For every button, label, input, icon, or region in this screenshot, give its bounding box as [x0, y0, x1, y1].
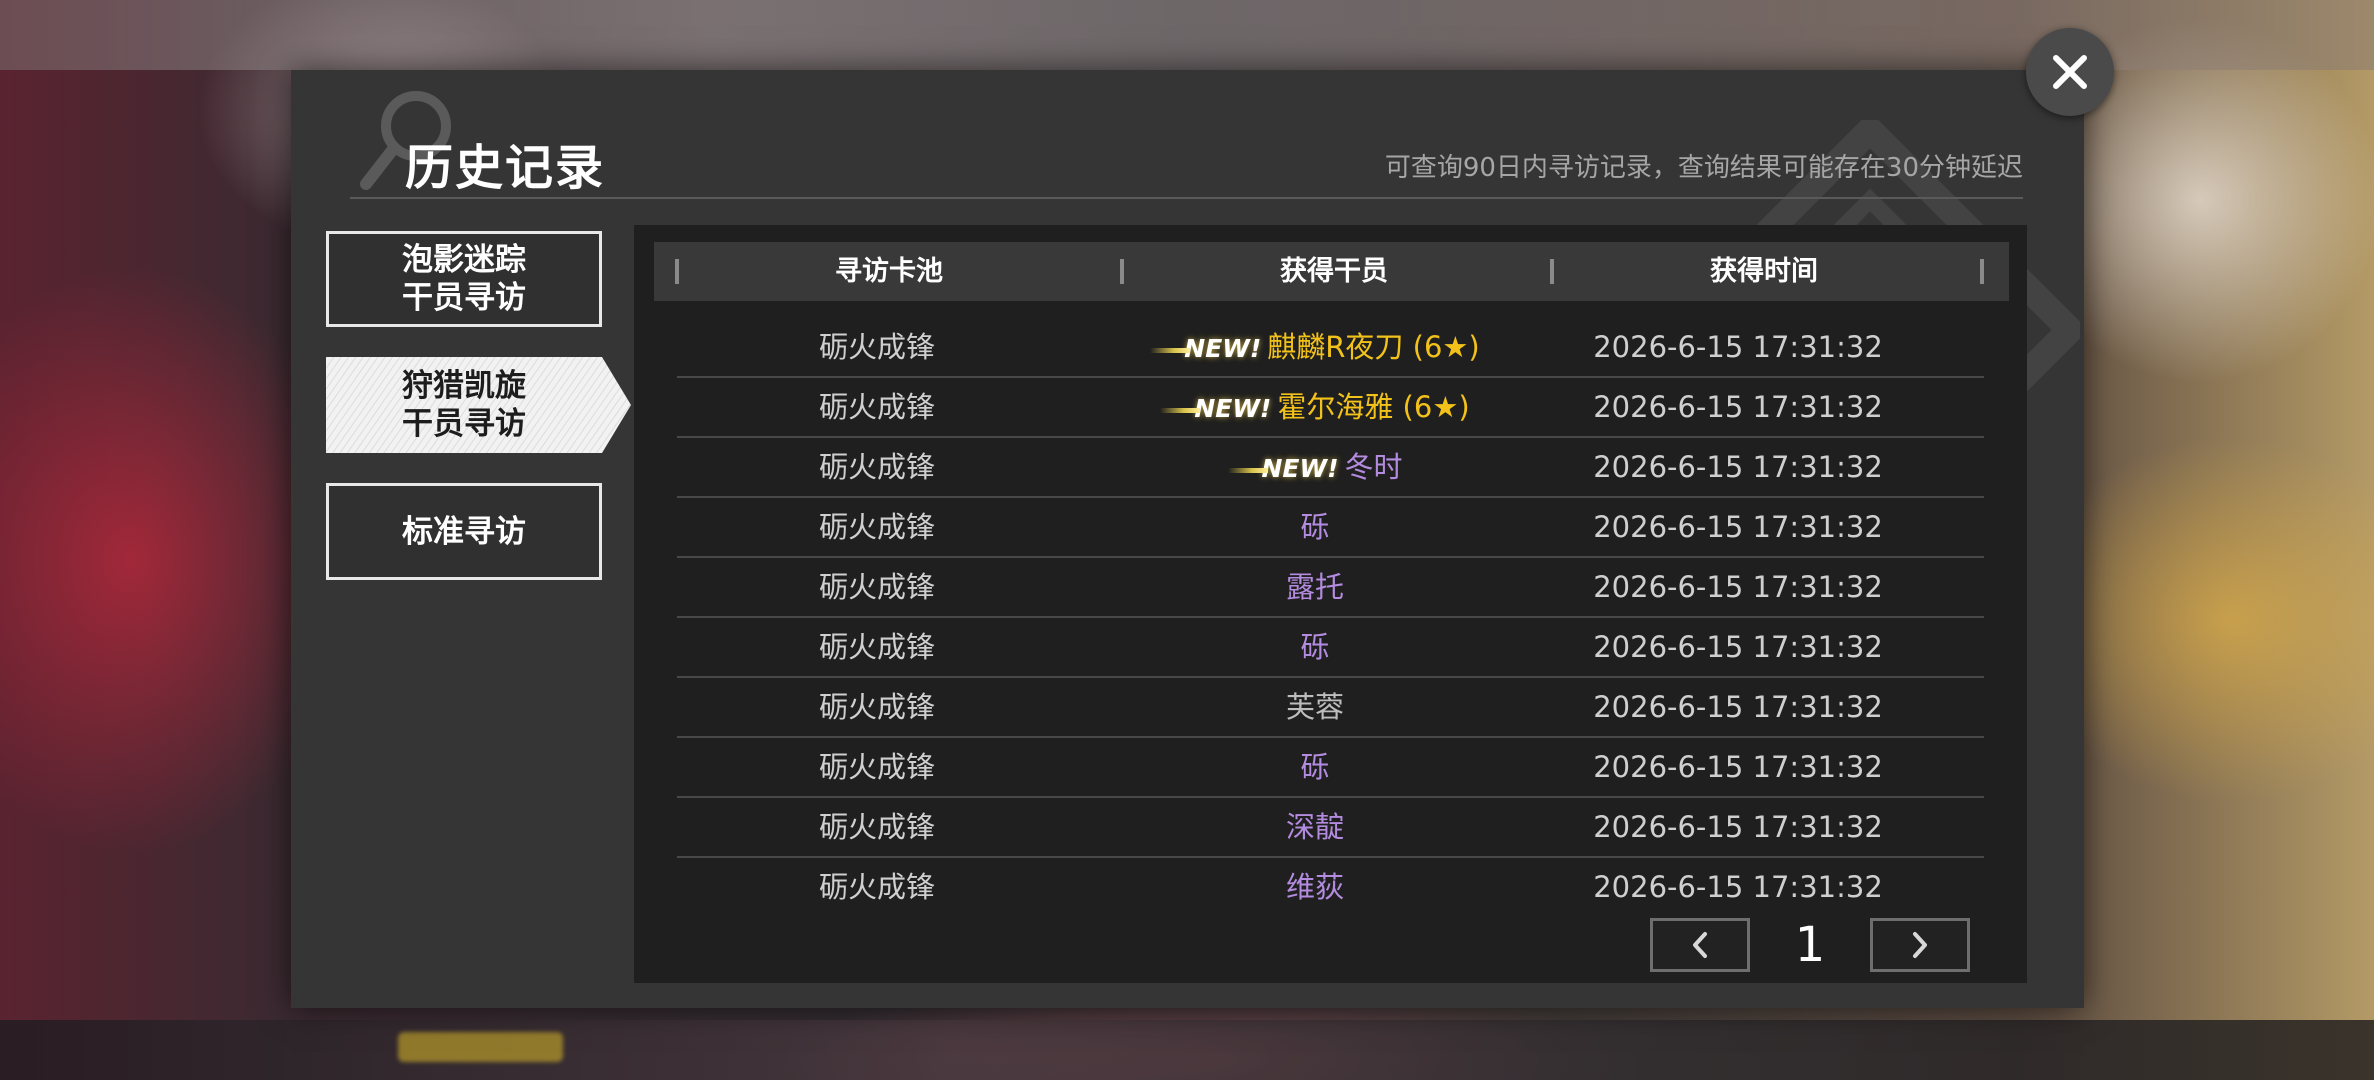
operator-name: 霍尔海雅 (6★): [1277, 390, 1470, 424]
new-badge: NEW!: [1227, 440, 1338, 498]
operator-name: 芙蓉: [1285, 690, 1344, 724]
pool-name: 砺火成锋: [818, 450, 935, 484]
operator-cell: NEW! 冬时: [1100, 438, 1530, 496]
pool-name: 砺火成锋: [818, 390, 935, 424]
operator-name: 露托: [1285, 570, 1344, 604]
title-divider: [350, 197, 2023, 199]
table-row: 砺火成锋 砾 2026-6-15 17:31:32: [677, 738, 1984, 798]
operator-name: 维荻: [1285, 870, 1344, 904]
header-separator: [1980, 259, 1984, 284]
query-notice: 可查询90日内寻访记录，查询结果可能存在30分钟延迟: [1384, 153, 2023, 183]
header-pool: 寻访卡池: [835, 256, 943, 287]
obtained-time: 2026-6-15 17:31:32: [1593, 750, 1883, 784]
obtained-time: 2026-6-15 17:31:32: [1593, 630, 1883, 664]
operator-cell: NEW! 霍尔海雅 (6★): [1100, 378, 1530, 436]
close-icon: [2053, 55, 2087, 89]
background-top-strip: [0, 0, 2374, 70]
new-badge: NEW!: [1160, 380, 1271, 438]
pool-name: 砺火成锋: [818, 810, 935, 844]
table-row: 砺火成锋 砾 2026-6-15 17:31:32: [677, 498, 1984, 558]
prev-page-button[interactable]: [1650, 918, 1750, 972]
pool-name: 砺火成锋: [818, 330, 935, 364]
tab-label: 标准寻访: [402, 513, 526, 550]
obtained-time: 2026-6-15 17:31:32: [1593, 510, 1883, 544]
background-bottom-bar: [0, 1020, 2374, 1080]
header-operator: 获得干员: [1280, 256, 1388, 287]
tab-standard[interactable]: 标准寻访: [326, 483, 602, 580]
pool-name: 砺火成锋: [818, 630, 935, 664]
table-row: 砺火成锋 NEW! 麒麟R夜刀 (6★) 2026-6-15 17:31:32: [677, 318, 1984, 378]
obtained-time: 2026-6-15 17:31:32: [1593, 330, 1883, 364]
operator-name: 砾: [1300, 510, 1330, 544]
operator-cell: 砾: [1100, 498, 1530, 556]
operator-cell: NEW! 麒麟R夜刀 (6★): [1100, 318, 1530, 376]
tab-label: 狩猎凯旋 干员寻访: [402, 368, 526, 442]
table-row: 砺火成锋 砾 2026-6-15 17:31:32: [677, 618, 1984, 678]
obtained-time: 2026-6-15 17:31:32: [1593, 690, 1883, 724]
page-title: 历史记录: [405, 140, 606, 196]
obtained-time: 2026-6-15 17:31:32: [1593, 810, 1883, 844]
pool-name: 砺火成锋: [818, 570, 935, 604]
operator-cell: 砾: [1100, 618, 1530, 676]
table-row: 砺火成锋 NEW! 霍尔海雅 (6★) 2026-6-15 17:31:32: [677, 378, 1984, 438]
operator-cell: 芙蓉: [1100, 678, 1530, 736]
operator-cell: 露托: [1100, 558, 1530, 616]
table-row: 砺火成锋 深靛 2026-6-15 17:31:32: [677, 798, 1984, 858]
table-row: 砺火成锋 露托 2026-6-15 17:31:32: [677, 558, 1984, 618]
next-page-button[interactable]: [1870, 918, 1970, 972]
obtained-time: 2026-6-15 17:31:32: [1593, 390, 1883, 424]
obtained-time: 2026-6-15 17:31:32: [1593, 570, 1883, 604]
obtained-time: 2026-6-15 17:31:32: [1593, 870, 1883, 904]
pool-name: 砺火成锋: [818, 690, 935, 724]
table-header: 寻访卡池 获得干员 获得时间: [654, 242, 2009, 301]
table-row: 砺火成锋 NEW! 冬时 2026-6-15 17:31:32: [677, 438, 1984, 498]
operator-cell: 深靛: [1100, 798, 1530, 856]
operator-name: 麒麟R夜刀 (6★): [1267, 330, 1480, 364]
chevron-left-icon: [1693, 932, 1707, 958]
table-row: 砺火成锋 芙蓉 2026-6-15 17:31:32: [677, 678, 1984, 738]
tab-phantom-trace[interactable]: 泡影迷踪 干员寻访: [326, 231, 602, 327]
operator-name: 深靛: [1285, 810, 1344, 844]
obtained-time: 2026-6-15 17:31:32: [1593, 450, 1883, 484]
operator-cell: 维荻: [1100, 858, 1530, 916]
table-row: 砺火成锋 维荻 2026-6-15 17:31:32: [677, 858, 1984, 918]
operator-name: 砾: [1300, 750, 1330, 784]
pool-name: 砺火成锋: [818, 750, 935, 784]
page-number: 1: [1794, 917, 1826, 973]
chevron-right-icon: [1913, 932, 1927, 958]
operator-name: 砾: [1300, 630, 1330, 664]
operator-cell: 砾: [1100, 738, 1530, 796]
pool-name: 砺火成锋: [818, 510, 935, 544]
tab-label: 泡影迷踪 干员寻访: [402, 242, 526, 316]
new-badge: NEW!: [1150, 320, 1261, 378]
header-time: 获得时间: [1710, 256, 1818, 287]
operator-name: 冬时: [1344, 450, 1403, 484]
close-button[interactable]: [2026, 28, 2114, 116]
background-chip: [398, 1032, 563, 1062]
pool-name: 砺火成锋: [818, 870, 935, 904]
tab-hunt-triumph[interactable]: 狩猎凯旋 干员寻访: [326, 357, 631, 453]
